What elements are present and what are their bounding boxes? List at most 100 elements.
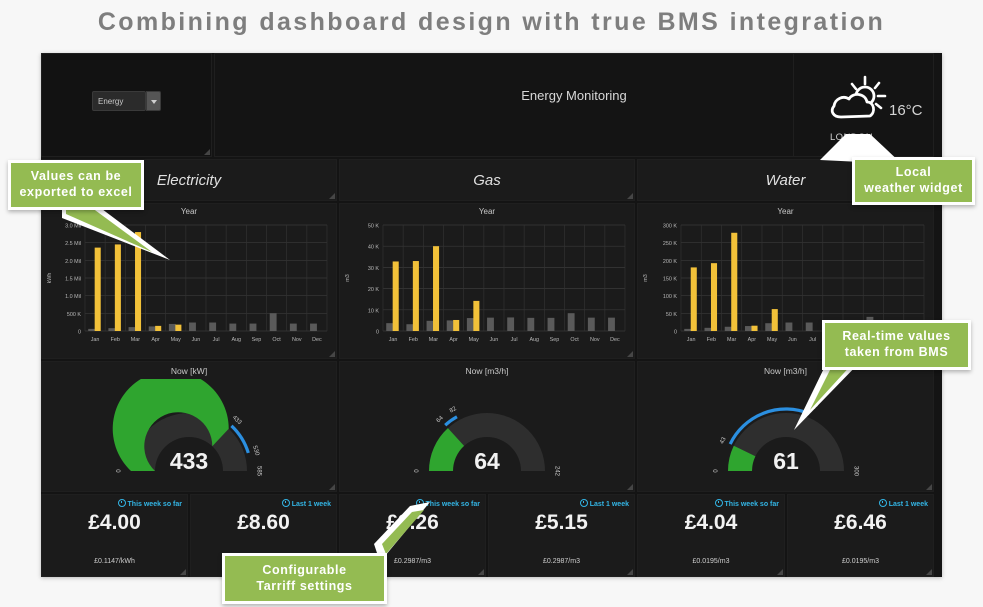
svg-text:Nov: Nov [292,337,302,343]
svg-text:kWh: kWh [47,273,53,284]
chart-caption-gas: Year [478,207,496,216]
svg-text:Apr: Apr [151,337,160,343]
svg-text:Sep: Sep [252,337,262,343]
svg-text:82: 82 [449,406,458,415]
svg-text:Feb: Feb [707,337,716,343]
svg-text:Oct: Oct [570,337,579,343]
clock-icon [579,499,588,507]
svg-text:Mar: Mar [727,337,736,343]
svg-text:1.5 Mil: 1.5 Mil [65,277,81,283]
kpi-period-label: Last 1 week [281,499,331,508]
svg-text:Jul: Jul [213,337,220,343]
svg-text:Mar: Mar [429,337,438,343]
chart-panel-gas[interactable]: Year 0 10 K 20 K 30 K 40 K 50 K m3 Jan Feb Mar Apr… [339,203,635,359]
gauge-electricity[interactable]: 0433530585433 [89,379,289,489]
svg-text:Jan: Jan [91,337,100,343]
svg-text:0: 0 [415,469,421,473]
svg-text:Apr: Apr [748,337,757,343]
header-selector-panel: Energy [41,53,212,157]
kpi-tile[interactable]: Last 1 week £6.46 £0.0195/m3 [787,494,934,577]
svg-text:50 K: 50 K [368,224,379,230]
svg-text:30 K: 30 K [368,266,379,272]
svg-text:Jun: Jun [192,337,201,343]
svg-text:250 K: 250 K [663,241,677,247]
svg-text:100 K: 100 K [663,294,677,300]
clock-icon [714,499,723,507]
kpi-value: £5.15 [535,511,588,534]
callout-text: Real-time values taken from BMS [842,329,951,359]
callout-text: Local weather widget [864,165,963,195]
svg-text:Jul: Jul [511,337,518,343]
kpi-tile[interactable]: This week so far £4.00 £0.1147/kWh [41,494,188,577]
kpi-tariff: £0.1147/kWh [94,558,135,565]
kpi-value: £6.46 [834,511,887,534]
svg-text:Oct: Oct [272,337,281,343]
svg-text:Apr: Apr [449,337,458,343]
gauge-gas[interactable]: 0 64 82 242 64 [387,379,587,489]
svg-text:0: 0 [674,330,677,336]
svg-text:530: 530 [251,445,260,457]
svg-text:Aug: Aug [231,337,241,343]
svg-text:0: 0 [376,330,379,336]
callout-excel: Values can be exported to excel [8,160,144,210]
callout-weather: Local weather widget [852,157,975,205]
svg-text:64: 64 [474,448,500,474]
callout-text: Configurable Tarriff settings [256,562,353,593]
svg-text:Feb: Feb [111,337,120,343]
svg-text:Jan: Jan [687,337,696,343]
chevron-down-icon[interactable] [146,91,161,111]
svg-text:64: 64 [436,415,445,424]
kpi-value: £4.04 [684,511,738,534]
clock-icon [878,499,887,507]
svg-text:50 K: 50 K [666,312,677,318]
svg-text:300: 300 [852,466,858,477]
svg-text:Dec: Dec [312,337,322,343]
svg-text:585: 585 [255,466,261,477]
kpi-period-label: This week so far [714,499,779,508]
svg-text:43: 43 [719,436,728,445]
svg-text:0: 0 [117,469,123,473]
svg-text:May: May [767,337,777,343]
chart-caption-water: Year [777,207,794,216]
svg-text:433: 433 [170,448,208,474]
callout-text: Values can be exported to excel [19,169,133,199]
svg-text:Jul: Jul [809,337,816,343]
callout-bms: Real-time values taken from BMS [822,320,971,370]
svg-text:Jan: Jan [389,337,398,343]
card-title-gas: Gas [473,171,501,189]
svg-text:150 K: 150 K [663,277,677,283]
svg-text:Dec: Dec [610,337,620,343]
svg-text:10 K: 10 K [368,308,379,314]
svg-text:Aug: Aug [529,337,539,343]
svg-text:May: May [469,337,479,343]
kpi-value: £8.60 [237,511,290,534]
svg-text:200 K: 200 K [663,259,677,265]
energy-select[interactable]: Energy [92,91,146,111]
svg-text:300 K: 300 K [663,224,677,230]
svg-text:Jun: Jun [490,337,499,343]
kpi-period-label: Last 1 week [878,499,928,508]
svg-text:40 K: 40 K [368,245,379,251]
slide-root: Combining dashboard design with true BMS… [0,0,983,607]
svg-text:61: 61 [773,448,799,474]
svg-text:0: 0 [78,330,81,336]
kpi-value: £4.00 [88,511,141,534]
svg-text:242: 242 [553,466,559,477]
weather-temperature: 16°C [889,102,923,119]
kpi-tile[interactable]: This week so far £4.04 £0.0195/m3 [637,494,785,577]
svg-text:May: May [171,337,181,343]
kpi-period-label: This week so far [117,499,182,508]
svg-text:Jun: Jun [788,337,797,343]
clock-icon [117,499,126,507]
svg-text:0: 0 [713,469,719,473]
gauge-caption-gas: Now [m3/h] [465,366,509,376]
kpi-tariff: £0.0195/m3 [692,558,730,565]
kpi-tile[interactable]: Last 1 week £5.15 £0.2987/m3 [488,494,635,577]
kpi-period-label: Last 1 week [579,499,629,508]
gauge-panel-gas[interactable]: Now [m3/h] 0 64 82 242 64 [339,361,635,492]
bar-chart-gas[interactable]: 0 10 K 20 K 30 K 40 K 50 K m3 Jan Feb Mar Apr May Ju… [339,217,635,357]
svg-text:Mar: Mar [131,337,140,343]
page-title: Combining dashboard design with true BMS… [97,8,886,36]
svg-text:Nov: Nov [590,337,600,343]
gauge-panel-electricity[interactable]: Now [kW] 0 433 530 585 433 [41,361,337,492]
